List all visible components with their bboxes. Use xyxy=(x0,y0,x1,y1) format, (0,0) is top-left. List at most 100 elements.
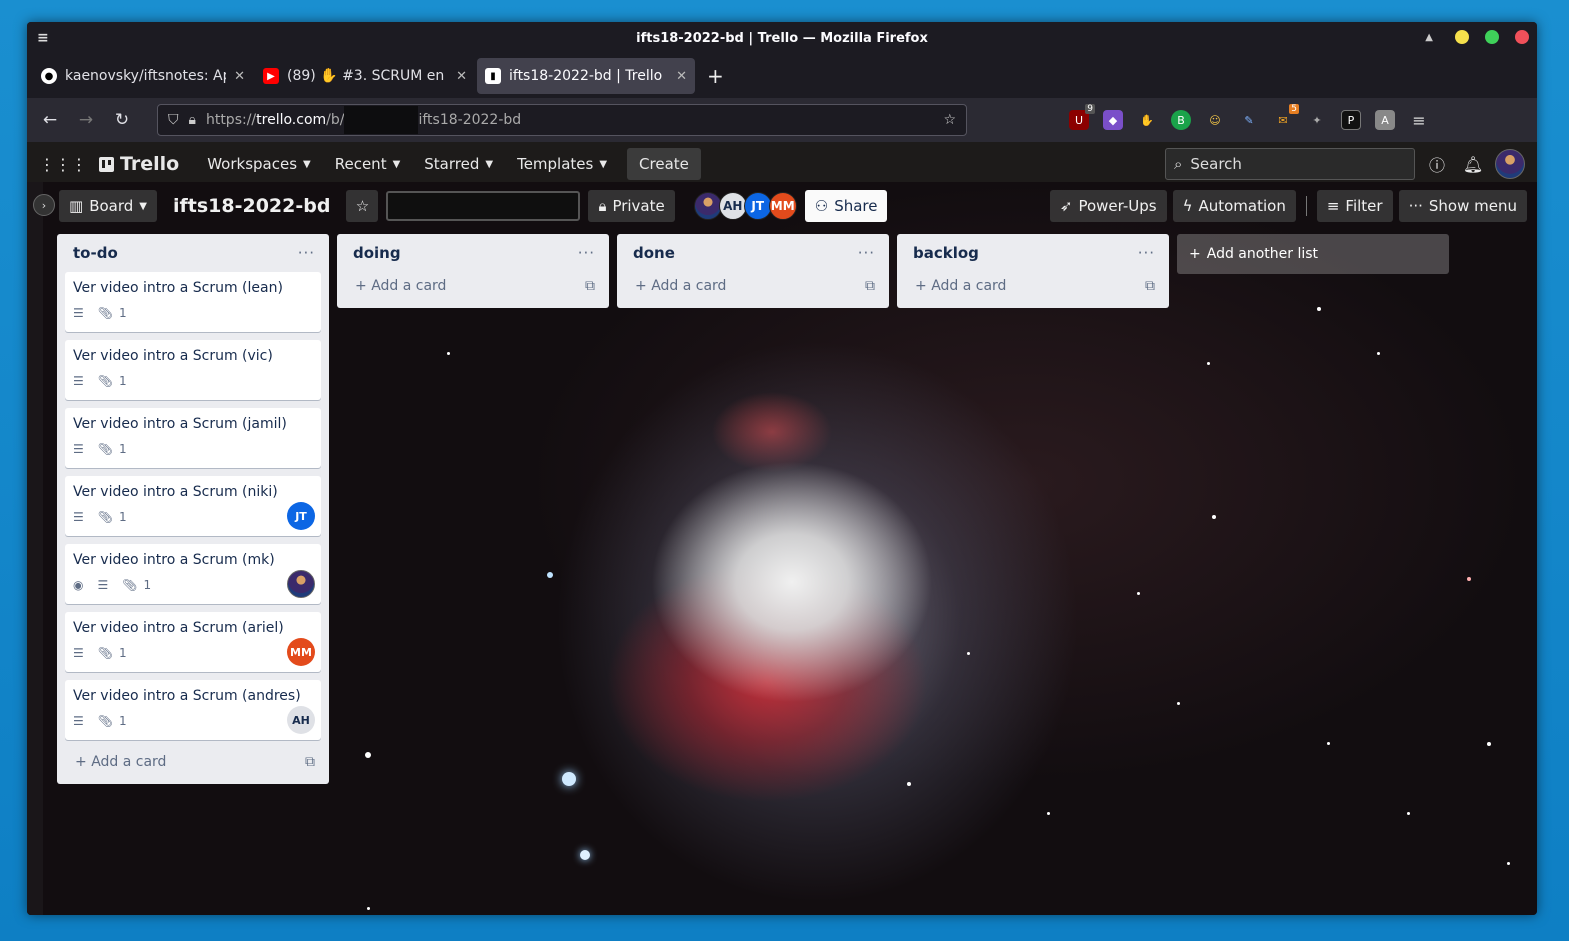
reload-icon[interactable]: ↻ xyxy=(107,110,137,130)
recent-menu[interactable]: Recent ▼ xyxy=(327,149,409,179)
template-card-icon[interactable]: ⧉ xyxy=(305,754,315,770)
p-extension-icon[interactable]: P xyxy=(1341,110,1361,130)
card-member-avatar[interactable] xyxy=(287,570,315,598)
member-jt[interactable]: JT xyxy=(743,192,772,220)
hand-extension-icon[interactable]: ✋ xyxy=(1137,110,1157,130)
add-card-button[interactable]: + Add a card ⧉ xyxy=(905,272,1161,300)
bell-extension-icon[interactable]: ✉ 5 xyxy=(1273,104,1299,130)
list-title[interactable]: to-do xyxy=(73,244,118,262)
b-plus-extension-icon[interactable]: B xyxy=(1171,110,1191,130)
description-icon: ☰ xyxy=(73,306,84,320)
card[interactable]: Ver video intro a Scrum (ariel) ☰ 📎︎ 1 MM xyxy=(65,612,321,672)
list-header[interactable]: done ··· xyxy=(625,234,881,272)
list-menu-icon[interactable]: ··· xyxy=(578,244,595,262)
star-board-button[interactable]: ☆ xyxy=(346,190,379,222)
card-member-ah[interactable]: AH xyxy=(287,706,315,734)
template-card-icon[interactable]: ⧉ xyxy=(585,278,595,294)
card-title: Ver video intro a Scrum (niki) xyxy=(73,484,278,500)
window-menu-icon[interactable]: ≡ xyxy=(37,30,49,46)
visibility-button[interactable]: 🔒︎ Private xyxy=(588,190,675,222)
list-title[interactable]: done xyxy=(633,244,675,262)
cube-extension-icon[interactable]: ◆ xyxy=(1103,110,1123,130)
ublock-icon[interactable]: U9 xyxy=(1069,104,1095,130)
ellipsis-icon: ··· xyxy=(1408,197,1423,215)
back-icon[interactable]: ← xyxy=(35,110,65,130)
tab-close-icon[interactable]: ✕ xyxy=(456,69,467,84)
card[interactable]: Ver video intro a Scrum (mk) ◉ ☰ 📎︎ 1 xyxy=(65,544,321,604)
card-title: Ver video intro a Scrum (lean) xyxy=(73,280,283,296)
list-menu-icon[interactable]: ··· xyxy=(1138,244,1155,262)
list-menu-icon[interactable]: ··· xyxy=(298,244,315,262)
user-avatar[interactable] xyxy=(1495,149,1525,179)
starred-menu[interactable]: Starred ▼ xyxy=(416,149,501,179)
card-member-mm[interactable]: MM xyxy=(287,638,315,666)
list-title[interactable]: backlog xyxy=(913,244,979,262)
card[interactable]: Ver video intro a Scrum (lean) ☰ 📎︎ 1 xyxy=(65,272,321,332)
bookmark-star-icon[interactable]: ☆ xyxy=(943,112,956,128)
shield-icon[interactable]: ⛉ xyxy=(168,112,179,128)
paperclip-icon: 📎︎ xyxy=(97,714,113,728)
info-icon[interactable]: ⓘ xyxy=(1423,152,1451,176)
list-header[interactable]: to-do ··· xyxy=(65,234,321,272)
forward-icon[interactable]: → xyxy=(71,110,101,130)
list-header[interactable]: backlog ··· xyxy=(905,234,1161,272)
card-title: Ver video intro a Scrum (mk) xyxy=(73,552,275,568)
board-rename-input[interactable] xyxy=(386,191,581,221)
sidebar-expand-icon[interactable]: › xyxy=(33,194,55,216)
filter-button[interactable]: ≡ Filter xyxy=(1316,190,1393,222)
tab-trello[interactable]: ▮ ifts18-2022-bd | Trello ✕ xyxy=(477,58,695,94)
maximize-button[interactable] xyxy=(1485,30,1499,44)
member-mm[interactable]: MM xyxy=(768,192,797,220)
a-extension-icon[interactable]: A xyxy=(1375,110,1395,130)
add-card-button[interactable]: + Add a card ⧉ xyxy=(345,272,601,300)
notifications-bell-icon[interactable]: 🔔︎ xyxy=(1459,155,1487,174)
lock-icon[interactable]: 🔒︎ xyxy=(189,112,196,128)
add-card-button[interactable]: + Add a card ⧉ xyxy=(65,748,321,776)
search-input[interactable]: ⌕ Search xyxy=(1165,148,1415,180)
add-another-list-button[interactable]: + Add another list xyxy=(1177,234,1449,274)
card[interactable]: Ver video intro a Scrum (jamil) ☰ 📎︎ 1 xyxy=(65,408,321,468)
card[interactable]: Ver video intro a Scrum (andres) ☰ 📎︎ 1 A… xyxy=(65,680,321,740)
automation-button[interactable]: ϟ Automation xyxy=(1172,190,1296,222)
hamburger-menu-icon[interactable]: ≡ xyxy=(1409,110,1429,130)
board-sidebar-strip xyxy=(27,182,43,915)
board-title[interactable]: ifts18-2022-bd xyxy=(165,195,338,217)
card-member-jt[interactable]: JT xyxy=(287,502,315,530)
list-header[interactable]: doing ··· xyxy=(345,234,601,272)
create-button[interactable]: Create xyxy=(627,148,701,180)
list-title[interactable]: doing xyxy=(353,244,401,262)
close-window-button[interactable] xyxy=(1515,30,1529,44)
url-text[interactable]: https:// trello.com /b/ ifts18-2022-bd xyxy=(206,106,933,134)
description-icon: ☰ xyxy=(73,374,84,388)
trello-logo[interactable]: Trello xyxy=(99,153,179,175)
board-view-switcher[interactable]: ▥ Board ▼ xyxy=(59,190,157,222)
tab-youtube[interactable]: ▶ (89) ✋ #3. SCRUM en 🫳 ✕ xyxy=(255,58,475,94)
card[interactable]: Ver video intro a Scrum (vic) ☰ 📎︎ 1 xyxy=(65,340,321,400)
tab-close-icon[interactable]: ✕ xyxy=(676,69,687,84)
member-ah[interactable]: AH xyxy=(718,192,747,220)
attachment-badge: 📎︎ 1 xyxy=(98,306,127,320)
powerups-button[interactable]: ➶ Power-Ups xyxy=(1049,190,1167,222)
templates-menu[interactable]: Templates ▼ xyxy=(509,149,615,179)
show-menu-button[interactable]: ··· Show menu xyxy=(1398,190,1527,222)
description-icon: ☰ xyxy=(73,714,84,728)
apps-grid-icon[interactable]: ⋮⋮⋮ xyxy=(39,155,87,174)
new-tab-button[interactable]: + xyxy=(697,64,734,88)
list-menu-icon[interactable]: ··· xyxy=(858,244,875,262)
emoji-extension-icon[interactable]: ☺ xyxy=(1205,110,1225,130)
share-button[interactable]: ⚇ Share xyxy=(804,190,888,222)
minimize-button[interactable] xyxy=(1455,30,1469,44)
tab-github[interactable]: ● kaenovsky/iftsnotes: Apu ✕ xyxy=(33,58,253,94)
tab-close-icon[interactable]: ✕ xyxy=(234,69,245,84)
rocket-icon: ➶ xyxy=(1059,197,1073,215)
template-card-icon[interactable]: ⧉ xyxy=(865,278,875,294)
member-avatar[interactable] xyxy=(693,192,722,220)
url-bar[interactable]: ⛉ 🔒︎ https:// trello.com /b/ ifts18-2022… xyxy=(157,104,967,136)
add-card-button[interactable]: + Add a card ⧉ xyxy=(625,272,881,300)
puzzle-extension-icon[interactable]: ✦ xyxy=(1307,110,1327,130)
template-card-icon[interactable]: ⧉ xyxy=(1145,278,1155,294)
caret-up-icon[interactable]: ▲ xyxy=(1425,32,1433,43)
workspaces-menu[interactable]: Workspaces ▼ xyxy=(199,149,319,179)
pen-extension-icon[interactable]: ✎ xyxy=(1239,110,1259,130)
card[interactable]: Ver video intro a Scrum (niki) ☰ 📎︎ 1 JT xyxy=(65,476,321,536)
